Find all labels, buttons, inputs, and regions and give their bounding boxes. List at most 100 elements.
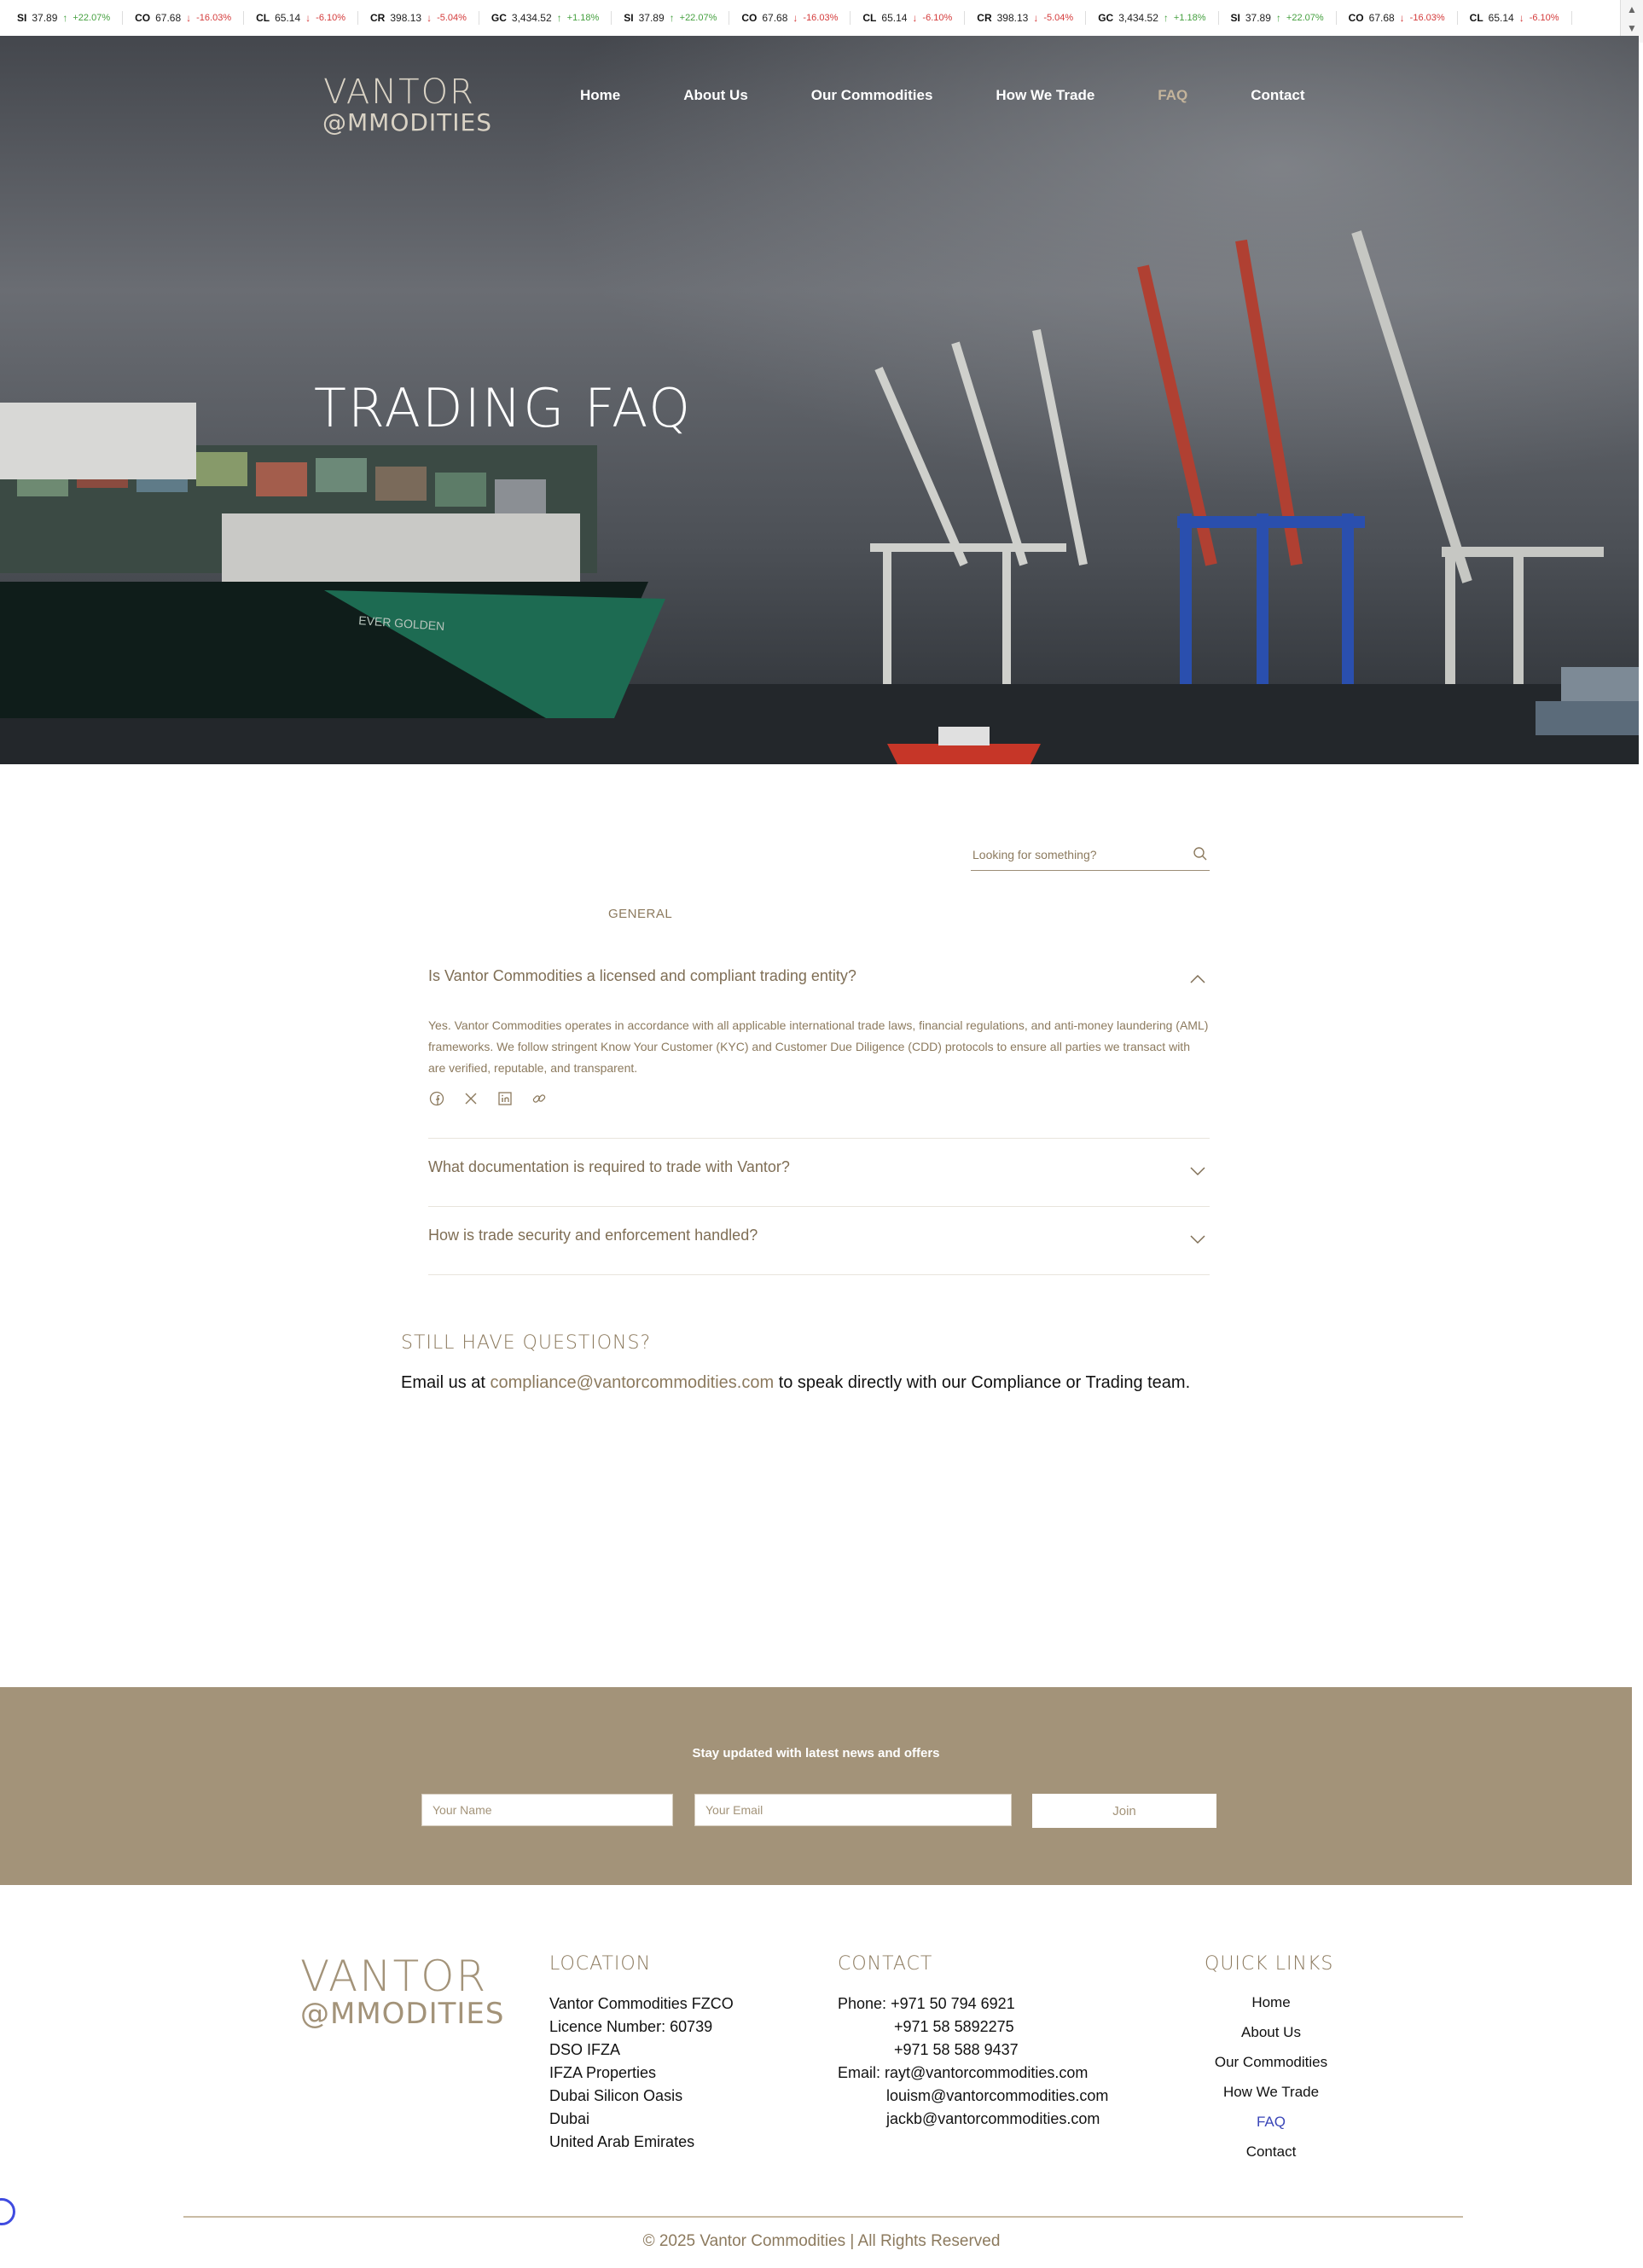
footer-link-about-us[interactable]: About Us bbox=[1186, 2017, 1356, 2047]
address-line: United Arab Emirates bbox=[549, 2133, 695, 2150]
ticker-item: CO 67.68 ↓ -16.03% bbox=[1337, 11, 1458, 25]
arrow-down-icon: ↓ bbox=[1033, 12, 1039, 24]
arrow-up-icon: ↑ bbox=[1163, 12, 1169, 24]
email-address[interactable]: rayt@vantorcommodities.com bbox=[885, 2064, 1088, 2081]
ticker-change: -16.03% bbox=[196, 13, 232, 23]
ticker-price: 37.89 bbox=[638, 12, 665, 24]
search-input[interactable] bbox=[971, 841, 1179, 868]
arrow-down-icon: ↓ bbox=[1399, 12, 1405, 24]
footer-link-faq[interactable]: FAQ bbox=[1186, 2107, 1356, 2137]
ticker-item: CR 398.13 ↓ -5.04% bbox=[358, 11, 479, 25]
ticker-symbol: CO bbox=[1348, 12, 1364, 24]
compliance-email-link[interactable]: compliance@vantorcommodities.com bbox=[490, 1373, 774, 1392]
footer-link-contact[interactable]: Contact bbox=[1186, 2137, 1356, 2166]
ticker-change: -5.04% bbox=[1043, 13, 1074, 23]
ticker-change: -16.03% bbox=[1409, 13, 1445, 23]
faq-question[interactable]: How is trade security and enforcement ha… bbox=[428, 1227, 758, 1244]
ticker-symbol: SI bbox=[1230, 12, 1240, 24]
faq-item: How is trade security and enforcement ha… bbox=[428, 1206, 1210, 1275]
faq-question[interactable]: What documentation is required to trade … bbox=[428, 1158, 790, 1176]
faq-question[interactable]: Is Vantor Commodities a licensed and com… bbox=[428, 967, 856, 985]
copyright: © 2025 Vantor Commodities | All Rights R… bbox=[642, 2232, 1001, 2250]
ticker-item: SI 37.89 ↑ +22.07% bbox=[612, 11, 730, 25]
ticker-price: 67.68 bbox=[1368, 12, 1395, 24]
arrow-up-icon: ↑ bbox=[1275, 12, 1281, 24]
ticker-price: 398.13 bbox=[390, 12, 422, 24]
nav-contact[interactable]: Contact bbox=[1251, 87, 1304, 109]
ticker-price: 37.89 bbox=[32, 12, 58, 24]
footer-logo[interactable]: VANTOR @MMODITIES bbox=[300, 1955, 505, 2031]
nav-how-we-trade[interactable]: How We Trade bbox=[996, 87, 1094, 109]
address-line: IFZA Properties bbox=[549, 2064, 657, 2081]
brand-logo[interactable]: VANTOR @MMODITIES bbox=[322, 73, 492, 136]
ticker-change: +1.18% bbox=[1173, 13, 1206, 23]
ticker-symbol: SI bbox=[17, 12, 27, 24]
newsletter-section: Stay updated with latest news and offers… bbox=[0, 1687, 1632, 1885]
scroll-down-icon[interactable]: ▼ bbox=[1621, 19, 1643, 38]
ticker-change: -6.10% bbox=[1529, 13, 1559, 23]
email-label: Email: bbox=[838, 2064, 885, 2081]
ticker-price: 3,434.52 bbox=[1118, 12, 1158, 24]
ticker-track: SI 37.89 ↑ +22.07% CO 67.68 ↓ -16.03% CL 65.14 ↓ -6… bbox=[5, 0, 1572, 36]
ticker-item: CR 398.13 ↓ -5.04% bbox=[965, 11, 1087, 25]
logo-line-2: @MMODITIES bbox=[322, 108, 492, 136]
nav-faq[interactable]: FAQ bbox=[1158, 87, 1187, 109]
link-icon[interactable] bbox=[531, 1090, 548, 1107]
chevron-up-icon[interactable] bbox=[1189, 974, 1206, 984]
phone-number[interactable]: +971 58 588 9437 bbox=[838, 2039, 1108, 2062]
ticker-price: 67.68 bbox=[762, 12, 788, 24]
faq-category-tab[interactable]: GENERAL bbox=[608, 907, 672, 921]
chat-widget-icon[interactable] bbox=[0, 2198, 15, 2225]
x-twitter-icon[interactable] bbox=[462, 1090, 479, 1107]
contact-details: Phone: +971 50 794 6921 +971 58 5892275 … bbox=[838, 1992, 1108, 2131]
footer-link-how-we-trade[interactable]: How We Trade bbox=[1186, 2077, 1356, 2107]
logo-line-1: VANTOR bbox=[323, 73, 475, 112]
linkedin-icon[interactable] bbox=[496, 1090, 514, 1107]
phone-number[interactable]: +971 50 794 6921 bbox=[891, 1995, 1015, 2012]
search-icon[interactable] bbox=[1193, 846, 1208, 861]
ticker-symbol: CO bbox=[741, 12, 758, 24]
footer-logo-line-2: @MMODITIES bbox=[300, 1997, 505, 2031]
footer-divider bbox=[183, 2216, 1463, 2218]
ticker-price: 67.68 bbox=[155, 12, 182, 24]
newsletter-heading: Stay updated with latest news and offers bbox=[692, 1746, 940, 1760]
email-address[interactable]: louism@vantorcommodities.com bbox=[838, 2085, 1108, 2108]
nav-our-commodities[interactable]: Our Commodities bbox=[811, 87, 933, 109]
ticker-item: SI 37.89 ↑ +22.07% bbox=[5, 11, 124, 25]
email-suffix: to speak directly with our Compliance or… bbox=[774, 1373, 1191, 1392]
phone-label: Phone: bbox=[838, 1995, 891, 2012]
ticker-price: 65.14 bbox=[881, 12, 908, 24]
chevron-down-icon[interactable] bbox=[1189, 1234, 1206, 1244]
facebook-icon[interactable] bbox=[428, 1090, 445, 1107]
contact-heading: CONTACT bbox=[838, 1953, 933, 1975]
email-line: Email: rayt@vantorcommodities.com bbox=[838, 2062, 1108, 2085]
quick-links-heading: QUICK LINKS bbox=[1205, 1953, 1334, 1975]
scroll-up-icon[interactable]: ▲ bbox=[1621, 0, 1643, 19]
location-heading: LOCATION bbox=[549, 1953, 652, 1975]
join-button[interactable]: Join bbox=[1032, 1794, 1216, 1828]
email-field[interactable] bbox=[694, 1794, 1012, 1826]
arrow-down-icon: ↓ bbox=[305, 12, 311, 24]
arrow-down-icon: ↓ bbox=[792, 12, 798, 24]
phone-number[interactable]: +971 58 5892275 bbox=[838, 2016, 1108, 2039]
ticker-change: -5.04% bbox=[437, 13, 467, 23]
chevron-down-icon[interactable] bbox=[1189, 1166, 1206, 1176]
main-nav: Home About Us Our Commodities How We Tra… bbox=[580, 87, 1368, 109]
address-line: Dubai Silicon Oasis bbox=[549, 2087, 683, 2104]
arrow-up-icon: ↑ bbox=[669, 12, 675, 24]
email-address[interactable]: jackb@vantorcommodities.com bbox=[838, 2108, 1108, 2131]
name-field[interactable] bbox=[421, 1794, 673, 1826]
nav-about-us[interactable]: About Us bbox=[683, 87, 748, 109]
phone-line: Phone: +971 50 794 6921 bbox=[838, 1992, 1108, 2016]
location-address: Vantor Commodities FZCO Licence Number: … bbox=[549, 1992, 734, 2154]
nav-home[interactable]: Home bbox=[580, 87, 620, 109]
faq-item: Is Vantor Commodities a licensed and com… bbox=[428, 947, 1210, 1139]
share-links bbox=[428, 1090, 548, 1107]
ticker-change: +22.07% bbox=[679, 13, 717, 23]
ticker-item: CL 65.14 ↓ -6.10% bbox=[851, 11, 966, 25]
footer-link-our-commodities[interactable]: Our Commodities bbox=[1186, 2047, 1356, 2077]
ticker-price: 37.89 bbox=[1245, 12, 1271, 24]
ticker-item: GC 3,434.52 ↑ +1.18% bbox=[479, 11, 612, 25]
footer-link-home[interactable]: Home bbox=[1186, 1987, 1356, 2017]
address-line: Dubai bbox=[549, 2110, 590, 2127]
